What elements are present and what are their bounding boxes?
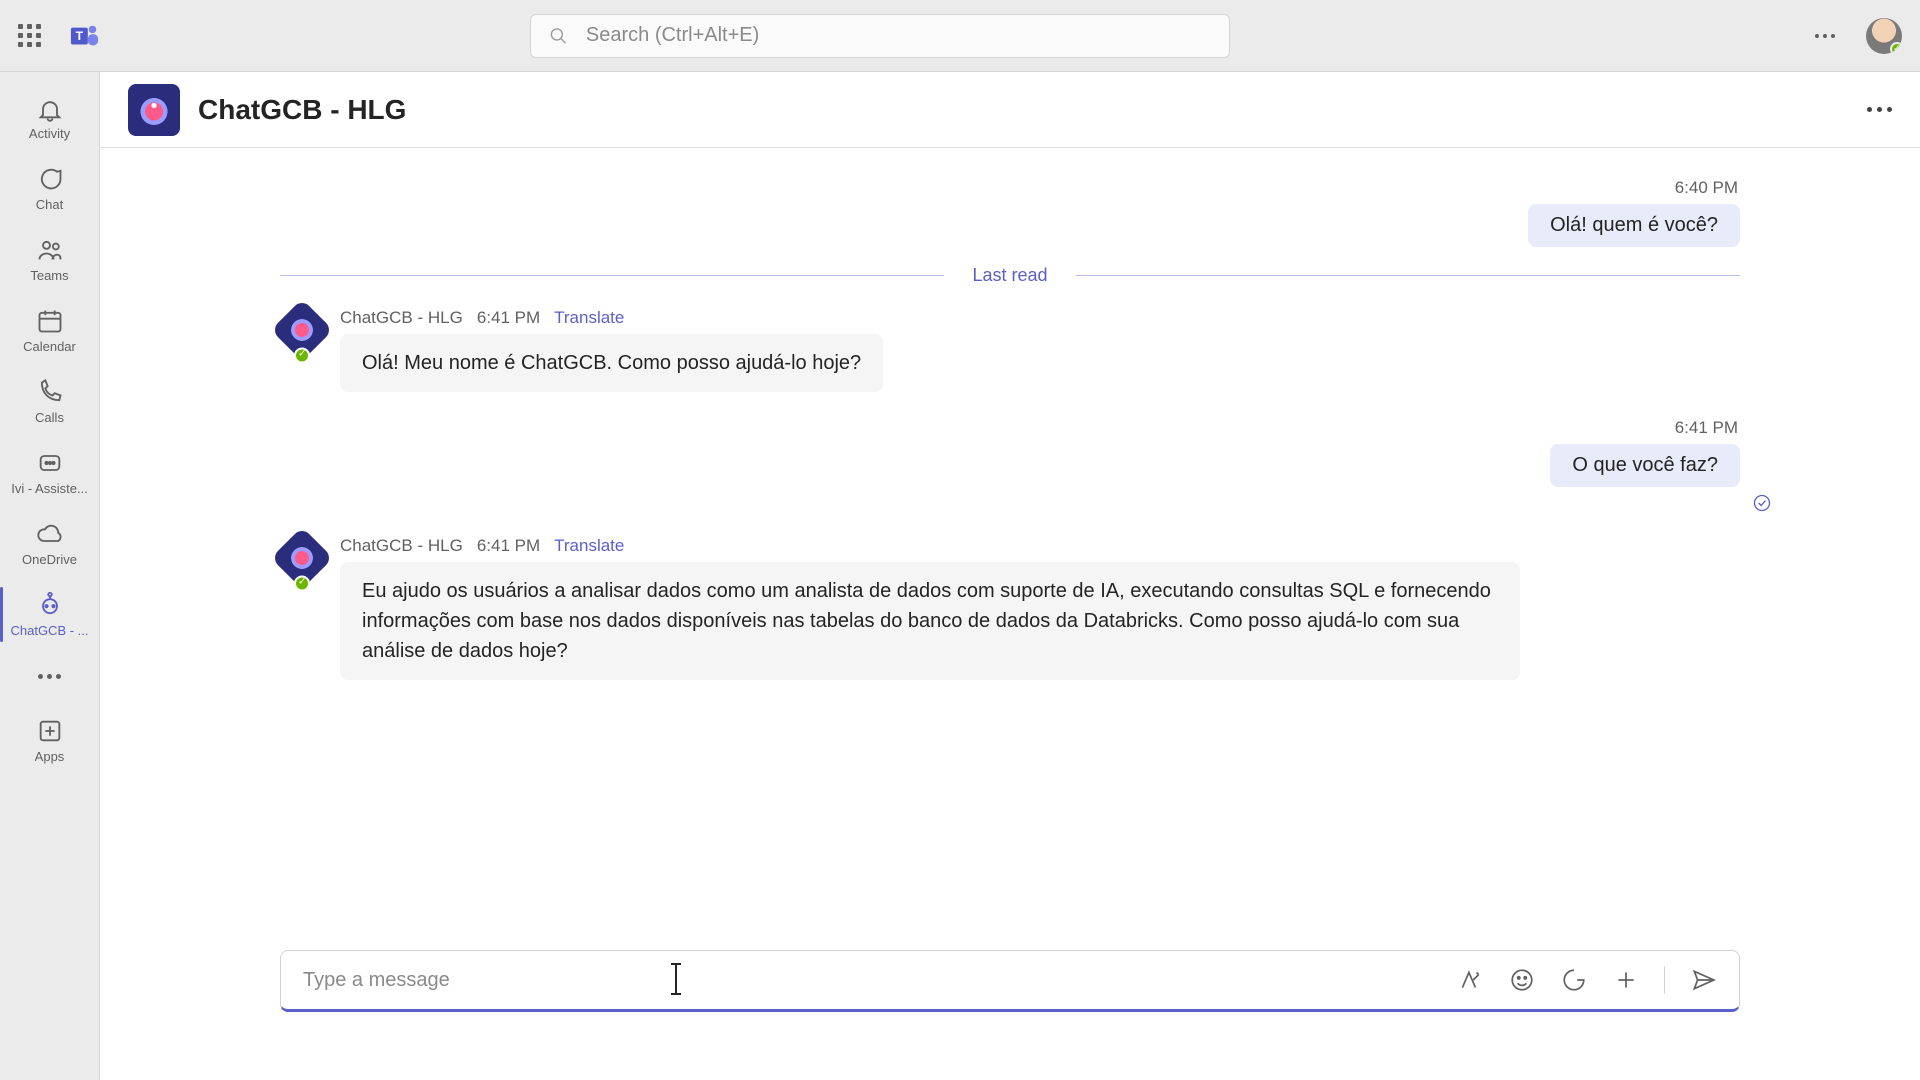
sent-message: 6:40 PM Olá! quem é você? — [280, 178, 1740, 247]
last-read-divider: Last read — [280, 265, 1740, 286]
message-bubble[interactable]: Eu ajudo os usuários a analisar dados co… — [340, 562, 1520, 680]
emoji-icon[interactable] — [1508, 966, 1536, 994]
loop-icon[interactable] — [1560, 966, 1588, 994]
teams-logo-icon: T — [70, 21, 100, 51]
cloud-icon — [36, 520, 64, 548]
received-message: ChatGCB - HLG 6:41 PM Translate Eu ajudo… — [280, 536, 1740, 680]
rail-apps[interactable]: Apps — [0, 705, 99, 776]
message-composer[interactable] — [280, 950, 1740, 1012]
svg-text:T: T — [76, 28, 84, 42]
send-button[interactable] — [1689, 966, 1717, 994]
message-bubble[interactable]: Olá! Meu nome é ChatGCB. Como posso ajud… — [340, 334, 883, 392]
rail-calendar-label: Calendar — [23, 339, 76, 354]
received-message: ChatGCB - HLG 6:41 PM Translate Olá! Meu… — [280, 308, 1740, 392]
bot-header-avatar[interactable] — [128, 84, 180, 136]
settings-more-icon[interactable] — [1812, 34, 1838, 38]
calendar-icon — [36, 307, 64, 335]
message-time: 6:41 PM — [477, 536, 540, 556]
message-sender: ChatGCB - HLG — [340, 536, 463, 556]
presence-available-icon — [1890, 42, 1902, 54]
people-icon — [36, 236, 64, 264]
message-bubble[interactable]: Olá! quem é você? — [1528, 204, 1740, 247]
app-launcher-icon[interactable] — [18, 24, 42, 48]
rail-chatgcb[interactable]: ChatGCB - ... — [0, 579, 99, 650]
message-time: 6:40 PM — [1675, 178, 1738, 198]
bell-icon — [36, 94, 64, 122]
rail-ivi-label: Ivi - Assiste... — [11, 481, 88, 496]
rail-calls-label: Calls — [35, 410, 64, 425]
rail-onedrive[interactable]: OneDrive — [0, 508, 99, 579]
chat-header: ChatGCB - HLG — [100, 72, 1920, 148]
sent-message: 6:41 PM O que você faz? — [280, 418, 1740, 518]
message-sender: ChatGCB - HLG — [340, 308, 463, 328]
message-bubble[interactable]: O que você faz? — [1550, 444, 1740, 487]
profile-avatar[interactable] — [1866, 18, 1902, 54]
rail-more-icon[interactable] — [38, 656, 61, 697]
separator — [1664, 966, 1665, 994]
rail-chatgcb-label: ChatGCB - ... — [10, 623, 88, 638]
last-read-label: Last read — [944, 265, 1075, 286]
chat-header-more-icon[interactable] — [1867, 107, 1892, 112]
app-rail: Activity Chat Teams Calendar Calls Ivi -… — [0, 72, 100, 1080]
chat-title: ChatGCB - HLG — [198, 94, 406, 126]
format-icon[interactable] — [1456, 966, 1484, 994]
rail-activity[interactable]: Activity — [0, 82, 99, 153]
rail-teams[interactable]: Teams — [0, 224, 99, 295]
bot-app-icon — [36, 591, 64, 619]
rail-chat-label: Chat — [36, 197, 63, 212]
rail-calendar[interactable]: Calendar — [0, 295, 99, 366]
rail-calls[interactable]: Calls — [0, 366, 99, 437]
message-list: 6:40 PM Olá! quem é você? Last read Chat… — [100, 148, 1920, 950]
translate-link[interactable]: Translate — [554, 308, 624, 328]
title-bar: T — [0, 0, 1920, 72]
rail-activity-label: Activity — [29, 126, 70, 141]
chat-pane: ChatGCB - HLG 6:40 PM Olá! quem é você? … — [100, 72, 1920, 1080]
rail-chat[interactable]: Chat — [0, 153, 99, 224]
rail-apps-label: Apps — [35, 749, 65, 764]
apps-add-icon — [36, 717, 64, 745]
composer-input[interactable] — [303, 969, 1438, 992]
seen-status-icon — [1752, 493, 1772, 518]
phone-icon — [36, 378, 64, 406]
rail-onedrive-label: OneDrive — [22, 552, 77, 567]
actions-add-icon[interactable] — [1612, 966, 1640, 994]
search-input[interactable] — [586, 24, 1211, 47]
global-search[interactable] — [530, 14, 1230, 58]
rail-teams-label: Teams — [30, 268, 68, 283]
translate-link[interactable]: Translate — [554, 536, 624, 556]
message-time: 6:41 PM — [1675, 418, 1738, 438]
bot-message-avatar[interactable] — [271, 299, 333, 361]
chat-icon — [36, 165, 64, 193]
presence-available-icon — [294, 347, 310, 363]
presence-available-icon — [294, 575, 310, 591]
search-icon — [549, 26, 568, 46]
bot-chat-icon — [36, 449, 64, 477]
message-time: 6:41 PM — [477, 308, 540, 328]
bot-message-avatar[interactable] — [271, 527, 333, 589]
rail-ivi[interactable]: Ivi - Assiste... — [0, 437, 99, 508]
